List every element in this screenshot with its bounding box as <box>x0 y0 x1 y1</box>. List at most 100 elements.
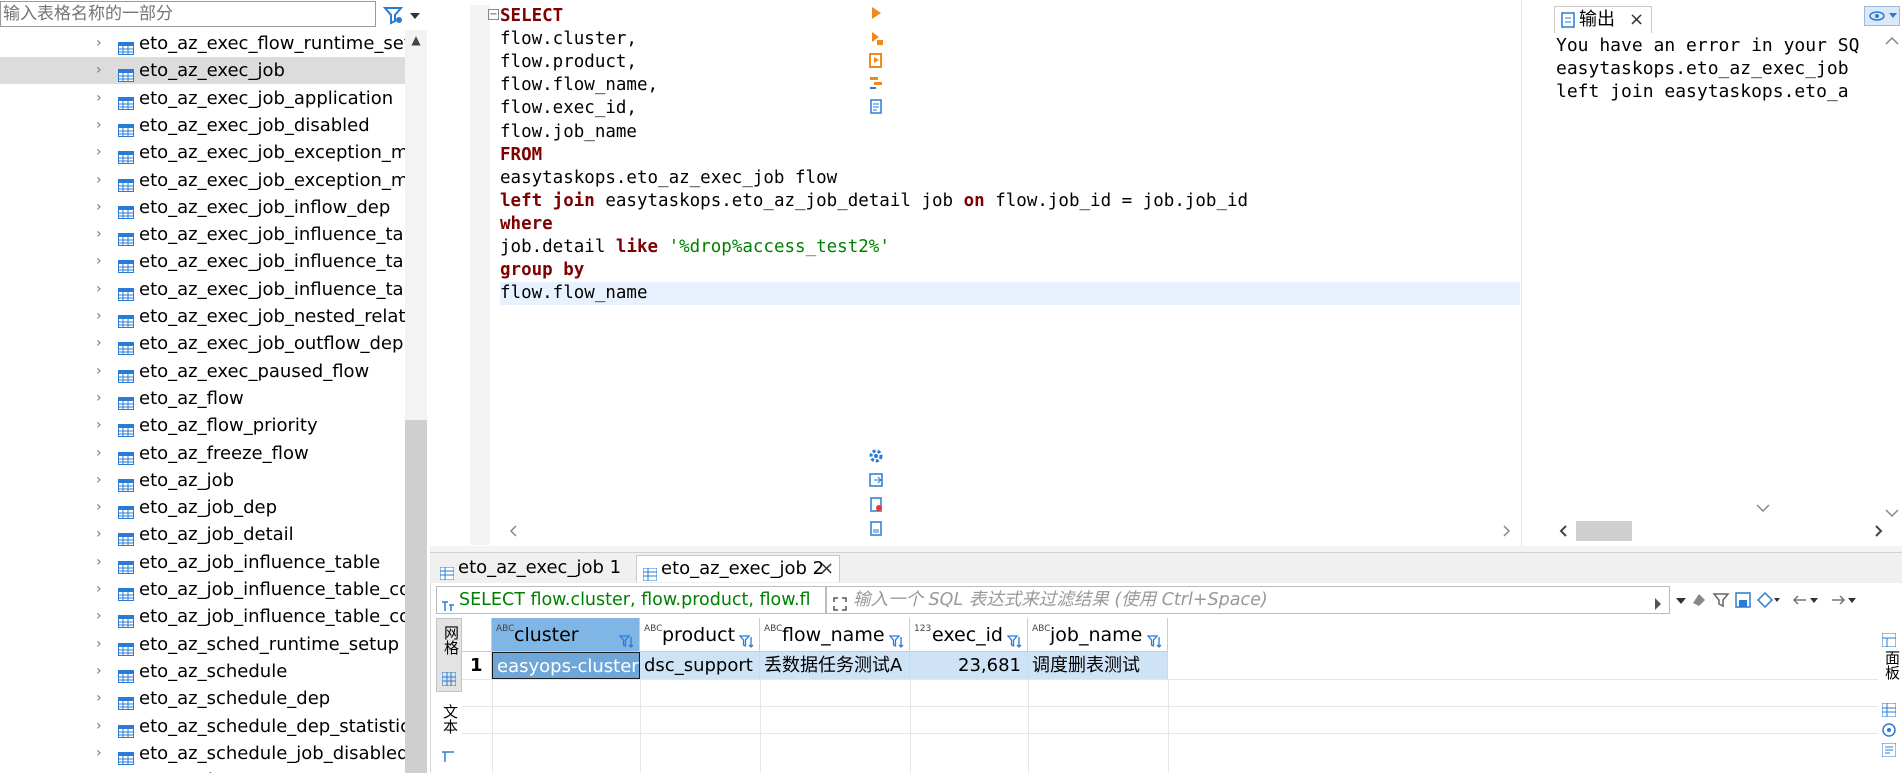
column-filter-icon[interactable] <box>1006 627 1023 648</box>
output-tab[interactable]: 输出 × <box>1554 6 1652 33</box>
expand-chevron-icon[interactable]: › <box>96 685 108 712</box>
filter-dropdown-arrow-icon[interactable] <box>408 8 422 22</box>
table-tree-item[interactable]: › eto_az_job <box>0 467 405 494</box>
panels-icon[interactable] <box>1881 632 1897 652</box>
code-line[interactable]: flow.product, <box>500 51 637 74</box>
expand-chevron-icon[interactable]: › <box>96 30 108 57</box>
table-cell[interactable]: 调度删表测试 <box>1028 652 1168 679</box>
filter-icon[interactable] <box>382 4 404 26</box>
expand-chevron-icon[interactable]: › <box>96 467 108 494</box>
table-tree-item[interactable]: › eto_az_schedule <box>0 658 405 685</box>
apply-filter-arrow-icon[interactable] <box>1653 593 1663 613</box>
table-tree-item[interactable]: › eto_az_flow <box>0 385 405 412</box>
expand-chevron-icon[interactable]: › <box>96 57 108 84</box>
expand-chevron-icon[interactable]: › <box>96 303 108 330</box>
expand-chevron-icon[interactable]: › <box>96 576 108 603</box>
table-tree-item[interactable]: › eto_az_schedule_dep_statistic <box>0 713 405 740</box>
code-line[interactable]: flow.exec_id, <box>500 97 637 120</box>
output-view-toggle-icon[interactable] <box>1864 6 1900 26</box>
navigate-back-icon[interactable] <box>1792 591 1822 614</box>
code-line[interactable]: job.detail like '%drop%access_test2%' <box>500 236 890 259</box>
table-tree-item[interactable]: › eto_az_exec_job_influence_tabl <box>0 276 405 303</box>
expand-chevron-icon[interactable]: › <box>96 139 108 166</box>
table-tree-item[interactable]: › eto_az_freeze_flow <box>0 440 405 467</box>
table-cell[interactable]: 23,681 <box>910 652 1028 679</box>
table-cell[interactable]: 丢数据任务测试A <box>760 652 910 679</box>
column-header-flow_name[interactable]: ABC flow_name <box>760 618 910 652</box>
close-results-tab-icon[interactable]: × <box>819 556 834 582</box>
row-number[interactable]: 1 <box>462 652 492 679</box>
expand-chevron-icon[interactable]: › <box>96 167 108 194</box>
expand-chevron-icon[interactable]: › <box>96 194 108 221</box>
table-tree-item[interactable]: › eto_az_exec_job_outflow_dep <box>0 330 405 357</box>
query-text-preview[interactable]: SELECT flow.cluster, flow.product, flow.… <box>436 586 826 614</box>
metadata-icon[interactable] <box>1881 742 1897 762</box>
expand-chevron-icon[interactable]: › <box>96 330 108 357</box>
table-tree-item[interactable]: › eto_az_exec_job_application <box>0 85 405 112</box>
close-output-tab-icon[interactable]: × <box>1629 8 1644 32</box>
code-line[interactable]: group by <box>500 259 584 282</box>
expand-chevron-icon[interactable]: › <box>96 85 108 112</box>
column-filter-icon[interactable] <box>618 627 635 648</box>
column-header-product[interactable]: ABC product <box>640 618 760 652</box>
expand-chevron-icon[interactable]: › <box>96 221 108 248</box>
results-tab-1[interactable]: eto_az_exec_job 1 <box>434 555 634 582</box>
scroll-up-icon[interactable]: ▲ <box>409 33 423 47</box>
column-filter-icon[interactable] <box>888 627 905 648</box>
column-header-job_name[interactable]: ABC job_name <box>1028 618 1168 652</box>
grid-panel-icon[interactable] <box>1881 702 1897 722</box>
expand-chevron-icon[interactable]: › <box>96 494 108 521</box>
table-tree-item[interactable]: › eto_az_exec_job_inflow_dep <box>0 194 405 221</box>
table-tree-item[interactable]: › eto_az_schedule_dep <box>0 685 405 712</box>
expand-chevron-icon[interactable]: › <box>96 521 108 548</box>
filter-history-dropdown-icon[interactable] <box>1672 589 1690 611</box>
expand-chevron-icon[interactable]: › <box>96 603 108 630</box>
grid-view-button[interactable]: 网格 <box>436 618 462 692</box>
table-tree-item[interactable]: › eto_az_job_dep <box>0 494 405 521</box>
expand-filter-icon[interactable] <box>833 593 847 613</box>
filter-settings-icon[interactable] <box>1712 591 1730 614</box>
code-line[interactable]: where <box>500 213 553 236</box>
expand-chevron-icon[interactable]: › <box>96 412 108 439</box>
text-view-button[interactable]: 文本 <box>436 700 462 773</box>
expand-chevron-icon[interactable]: › <box>96 440 108 467</box>
column-header-exec_id[interactable]: 123 exec_id <box>910 618 1028 652</box>
sql-editor[interactable]: SELECT flow.cluster, flow.product, flow.flo… <box>500 5 1520 520</box>
code-line[interactable]: flow.flow_name, <box>500 74 658 97</box>
tree-scrollbar-thumb[interactable] <box>405 420 427 773</box>
table-filter-input[interactable] <box>0 1 376 27</box>
table-cell[interactable]: dsc_support <box>640 652 760 679</box>
table-tree-item[interactable]: › eto_az_schedule_job_disabled <box>0 740 405 767</box>
row-number-header[interactable] <box>462 618 492 652</box>
code-line[interactable]: flow.job_name <box>500 121 637 144</box>
code-line[interactable]: SELECT <box>500 5 563 28</box>
expand-chevron-icon[interactable]: › <box>96 713 108 740</box>
code-line[interactable]: easytaskops.eto_az_exec_job flow <box>500 167 837 190</box>
expand-chevron-icon[interactable]: › <box>96 385 108 412</box>
value-viewer-icon[interactable] <box>1882 722 1896 742</box>
table-tree-item[interactable]: › eto_cache <box>0 767 405 773</box>
table-tree-item[interactable]: › eto_az_exec_job_exception_ms <box>0 139 405 166</box>
table-cell[interactable]: easyops-cluster <box>492 652 640 679</box>
result-filter-input[interactable]: 输入一个 SQL 表达式来过滤结果 (使用 Ctrl+Space) <box>826 586 1670 614</box>
clear-filter-icon[interactable] <box>1690 591 1708 614</box>
fold-collapse-icon[interactable]: − <box>488 9 499 20</box>
table-tree-item[interactable]: › eto_az_exec_job_exception_ms <box>0 167 405 194</box>
expand-chevron-icon[interactable]: › <box>96 248 108 275</box>
table-tree-item[interactable]: › eto_az_job_influence_table_cor <box>0 603 405 630</box>
table-tree-item[interactable]: › eto_az_sched_runtime_setup <box>0 631 405 658</box>
expand-chevron-icon[interactable]: › <box>96 767 108 773</box>
expand-chevron-icon[interactable]: › <box>96 112 108 139</box>
code-line[interactable]: flow.flow_name <box>500 282 1520 306</box>
table-tree-item[interactable]: › eto_az_flow_priority <box>0 412 405 439</box>
expand-chevron-icon[interactable]: › <box>96 358 108 385</box>
code-line[interactable]: FROM <box>500 144 542 167</box>
table-tree-item[interactable]: › eto_az_exec_job <box>0 57 405 85</box>
column-filter-icon[interactable] <box>1146 627 1163 648</box>
expand-chevron-icon[interactable]: › <box>96 658 108 685</box>
table-tree-item[interactable]: › eto_az_exec_job_influence_tabl <box>0 221 405 248</box>
expand-chevron-icon[interactable]: › <box>96 276 108 303</box>
table-tree-item[interactable]: › eto_az_exec_flow_runtime_setu <box>0 30 405 57</box>
expand-chevron-icon[interactable]: › <box>96 631 108 658</box>
table-tree-item[interactable]: › eto_az_exec_job_influence_tabl <box>0 248 405 275</box>
